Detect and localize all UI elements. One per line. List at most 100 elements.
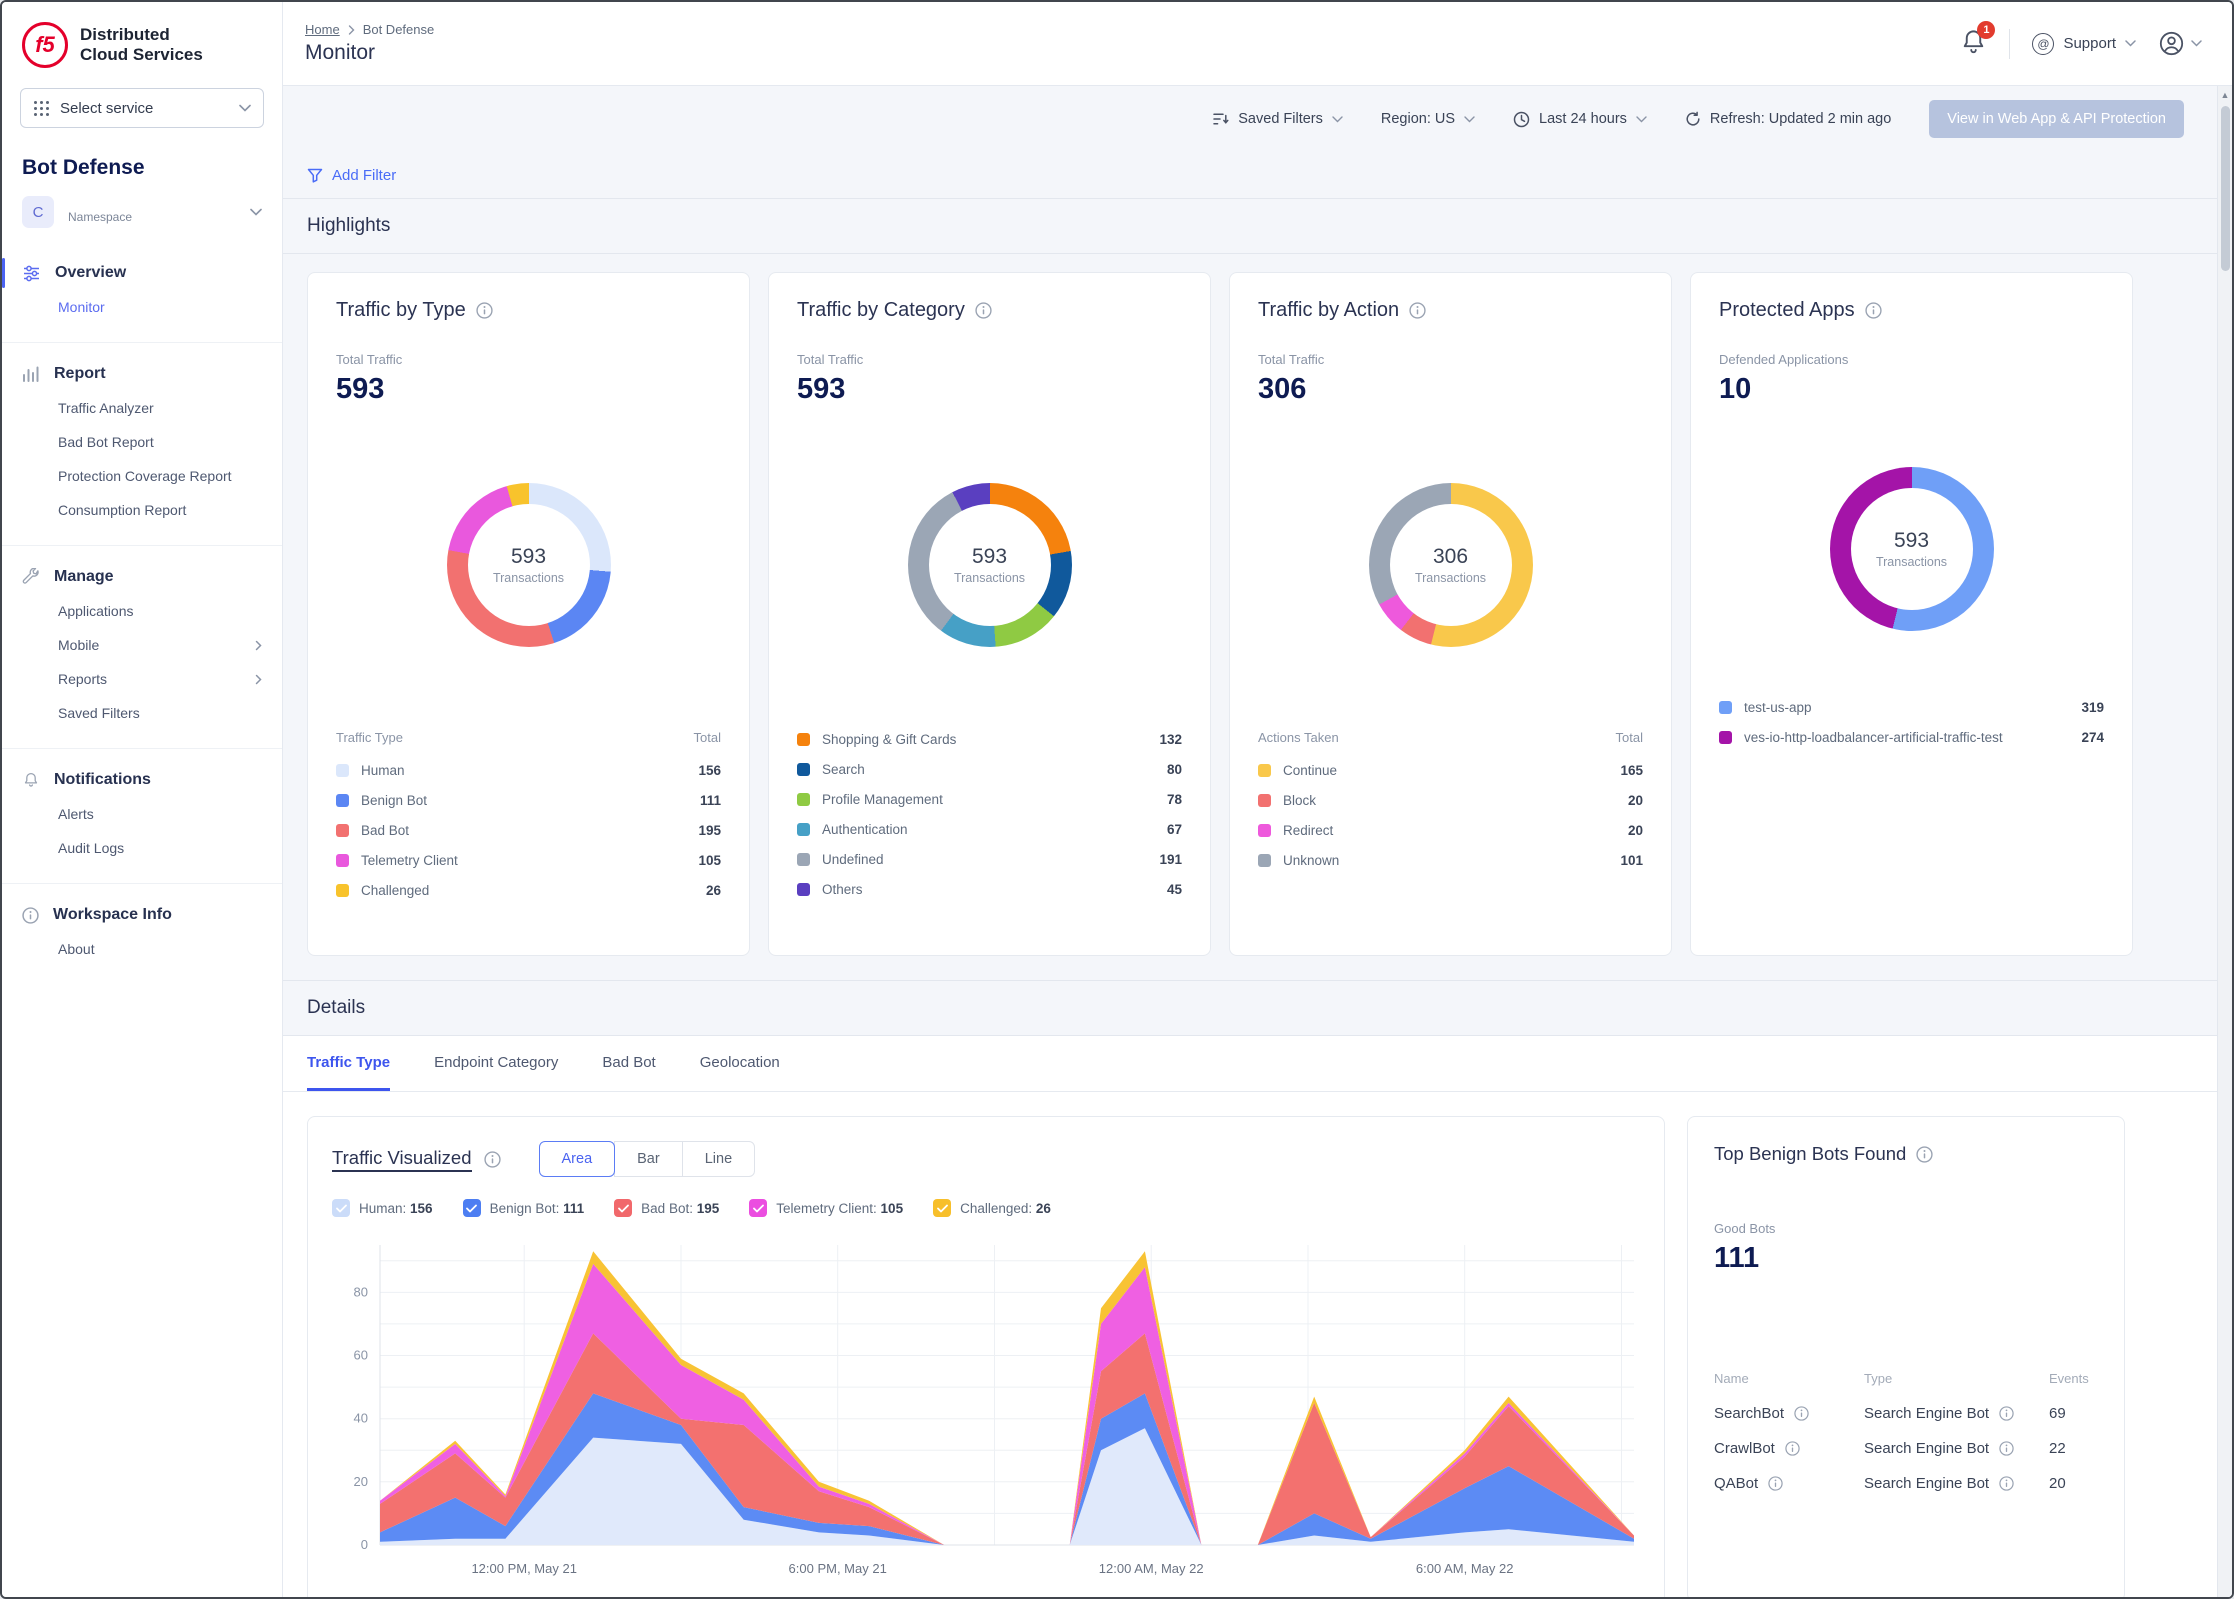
support-label: Support <box>2063 35 2116 52</box>
sidebar-item-mobile[interactable]: Mobile <box>2 628 282 662</box>
sidebar-section-report[interactable]: Report <box>2 357 282 391</box>
series-toggle-telemetry-client[interactable]: Telemetry Client: 105 <box>749 1199 903 1217</box>
add-filter-button[interactable]: Add Filter <box>307 167 396 184</box>
info-icon[interactable] <box>476 302 493 319</box>
notifications-button[interactable]: 1 <box>1960 28 1987 60</box>
traffic-by-category-donut[interactable]: 593Transactions <box>908 483 1072 647</box>
bot-events: 69 <box>2049 1405 2098 1422</box>
info-icon[interactable] <box>484 1151 501 1168</box>
series-toggle-bad-bot[interactable]: Bad Bot: 195 <box>614 1199 719 1217</box>
chart-type-area-button[interactable]: Area <box>539 1141 616 1177</box>
card-traffic-by-action: Traffic by Action Total Traffic 306 306T… <box>1229 272 1672 956</box>
info-icon[interactable] <box>1794 1406 1809 1421</box>
saved-filters-label: Saved Filters <box>1238 111 1323 127</box>
series-toggle-benign-bot[interactable]: Benign Bot: 111 <box>463 1199 585 1217</box>
card-protected-apps: Protected Apps Defended Applications 10 … <box>1690 272 2133 956</box>
metric-label: Total Traffic <box>1258 352 1643 367</box>
top-benign-bots-panel: Top Benign Bots Found Good Bots 111 Name… <box>1687 1116 2125 1597</box>
manage-icon <box>22 568 40 586</box>
chart-type-line-button[interactable]: Line <box>682 1141 755 1177</box>
tab-traffic-type[interactable]: Traffic Type <box>307 1036 390 1091</box>
info-icon[interactable] <box>1999 1476 2014 1491</box>
legend-label: Block <box>1283 793 1316 808</box>
sidebar-section-notifications[interactable]: Notifications <box>2 763 282 797</box>
sidebar-item-saved-filters[interactable]: Saved Filters <box>2 696 282 730</box>
sidebar-section-overview[interactable]: Overview <box>2 256 282 290</box>
region-dropdown[interactable]: Region: US <box>1381 111 1475 127</box>
view-in-waap-button[interactable]: View in Web App & API Protection <box>1929 100 2184 138</box>
tab-bad-bot[interactable]: Bad Bot <box>602 1036 655 1091</box>
legend-item: test-us-app319 <box>1719 692 2104 722</box>
sidebar-section-workspace-info[interactable]: Workspace Info <box>2 898 282 932</box>
info-icon[interactable] <box>1916 1146 1933 1163</box>
refresh-button[interactable]: Refresh: Updated 2 min ago <box>1685 111 1891 127</box>
benign-bots-table: NameTypeEvents SearchBot Search Engine B… <box>1714 1371 2098 1501</box>
namespace-selector[interactable]: C Namespace <box>22 196 262 228</box>
info-icon[interactable] <box>1865 302 1882 319</box>
breadcrumb-home-link[interactable]: Home <box>305 22 340 37</box>
sidebar-item-applications[interactable]: Applications <box>2 594 282 628</box>
donut-center-label: Transactions <box>1415 571 1486 585</box>
info-icon[interactable] <box>1999 1441 2014 1456</box>
series-toggle-challenged[interactable]: Challenged: 26 <box>933 1199 1051 1217</box>
support-menu[interactable]: @ Support <box>2032 33 2136 55</box>
info-icon[interactable] <box>1768 1476 1783 1491</box>
series-toggle-human[interactable]: Human: 156 <box>332 1199 433 1217</box>
traffic-by-type-donut[interactable]: 593Transactions <box>447 483 611 647</box>
sidebar-item-bad-bot-report[interactable]: Bad Bot Report <box>2 425 282 459</box>
bell-icon <box>22 771 40 789</box>
legend-label: Unknown <box>1283 853 1339 868</box>
legend-item: Search80 <box>797 754 1182 784</box>
sidebar-item-traffic-analyzer[interactable]: Traffic Analyzer <box>2 391 282 425</box>
sidebar-item-consumption-report[interactable]: Consumption Report <box>2 493 282 527</box>
vertical-scrollbar[interactable]: ▲ <box>2217 86 2232 1597</box>
legend-item: Profile Management78 <box>797 784 1182 814</box>
donut-center-label: Transactions <box>1876 555 1947 569</box>
f5-logo-icon: f5 <box>22 22 68 68</box>
sidebar: f5 Distributed Cloud Services Select ser… <box>2 2 283 1597</box>
support-icon: @ <box>2032 33 2054 55</box>
legend-header: Traffic TypeTotal <box>336 724 721 755</box>
traffic-by-category-legend: Shopping & Gift Cards132Search80Profile … <box>797 724 1182 904</box>
traffic-by-action-legend: Actions TakenTotalContinue165Block20Redi… <box>1258 724 1643 875</box>
sidebar-item-protection-coverage-report[interactable]: Protection Coverage Report <box>2 459 282 493</box>
report-icon <box>22 366 40 382</box>
info-icon[interactable] <box>1999 1406 2014 1421</box>
sidebar-item-reports[interactable]: Reports <box>2 662 282 696</box>
time-range-dropdown[interactable]: Last 24 hours <box>1513 111 1647 128</box>
scrollbar-thumb[interactable] <box>2221 106 2230 271</box>
protected-apps-donut[interactable]: 593Transactions <box>1830 467 1994 631</box>
sidebar-section: Report Traffic AnalyzerBad Bot ReportPro… <box>2 342 282 545</box>
svg-text:6:00 PM, May 21: 6:00 PM, May 21 <box>789 1561 887 1576</box>
legend-item: Telemetry Client105 <box>336 845 721 875</box>
protected-apps-legend: test-us-app319 ves-io-http-loadbalancer-a… <box>1719 692 2104 752</box>
chevron-down-icon <box>239 104 251 112</box>
info-icon[interactable] <box>1409 302 1426 319</box>
info-icon[interactable] <box>1785 1441 1800 1456</box>
account-menu[interactable] <box>2158 30 2202 57</box>
sidebar-section-manage[interactable]: Manage <box>2 560 282 594</box>
legend-label: ves-io-http-loadbalancer-artificial-traf… <box>1744 730 2003 745</box>
tab-endpoint-category[interactable]: Endpoint Category <box>434 1036 558 1091</box>
good-bots-value: 111 <box>1714 1242 2098 1275</box>
svg-text:40: 40 <box>354 1411 368 1426</box>
chevron-down-icon <box>250 208 262 216</box>
saved-filters-dropdown[interactable]: Saved Filters <box>1213 111 1343 127</box>
traffic-area-chart[interactable]: 02040608012:00 PM, May 216:00 PM, May 21… <box>332 1217 1640 1588</box>
sidebar-item-alerts[interactable]: Alerts <box>2 797 282 831</box>
chart-type-bar-button[interactable]: Bar <box>614 1141 683 1177</box>
sidebar-item-about[interactable]: About <box>2 932 282 966</box>
legend-label: Search <box>822 762 865 777</box>
tab-geolocation[interactable]: Geolocation <box>700 1036 780 1091</box>
legend-value: 274 <box>2081 730 2104 745</box>
legend-item: Redirect20 <box>1258 815 1643 845</box>
info-icon[interactable] <box>975 302 992 319</box>
traffic-by-action-donut[interactable]: 306Transactions <box>1369 483 1533 647</box>
sidebar-item-monitor[interactable]: Monitor <box>2 290 282 324</box>
svg-text:12:00 PM, May 21: 12:00 PM, May 21 <box>471 1561 576 1576</box>
select-service-dropdown[interactable]: Select service <box>20 88 264 128</box>
svg-text:12:00 AM, May 22: 12:00 AM, May 22 <box>1099 1561 1204 1576</box>
overview-icon <box>22 265 41 282</box>
scrollbar-up-arrow[interactable]: ▲ <box>2218 86 2232 104</box>
sidebar-item-audit-logs[interactable]: Audit Logs <box>2 831 282 865</box>
